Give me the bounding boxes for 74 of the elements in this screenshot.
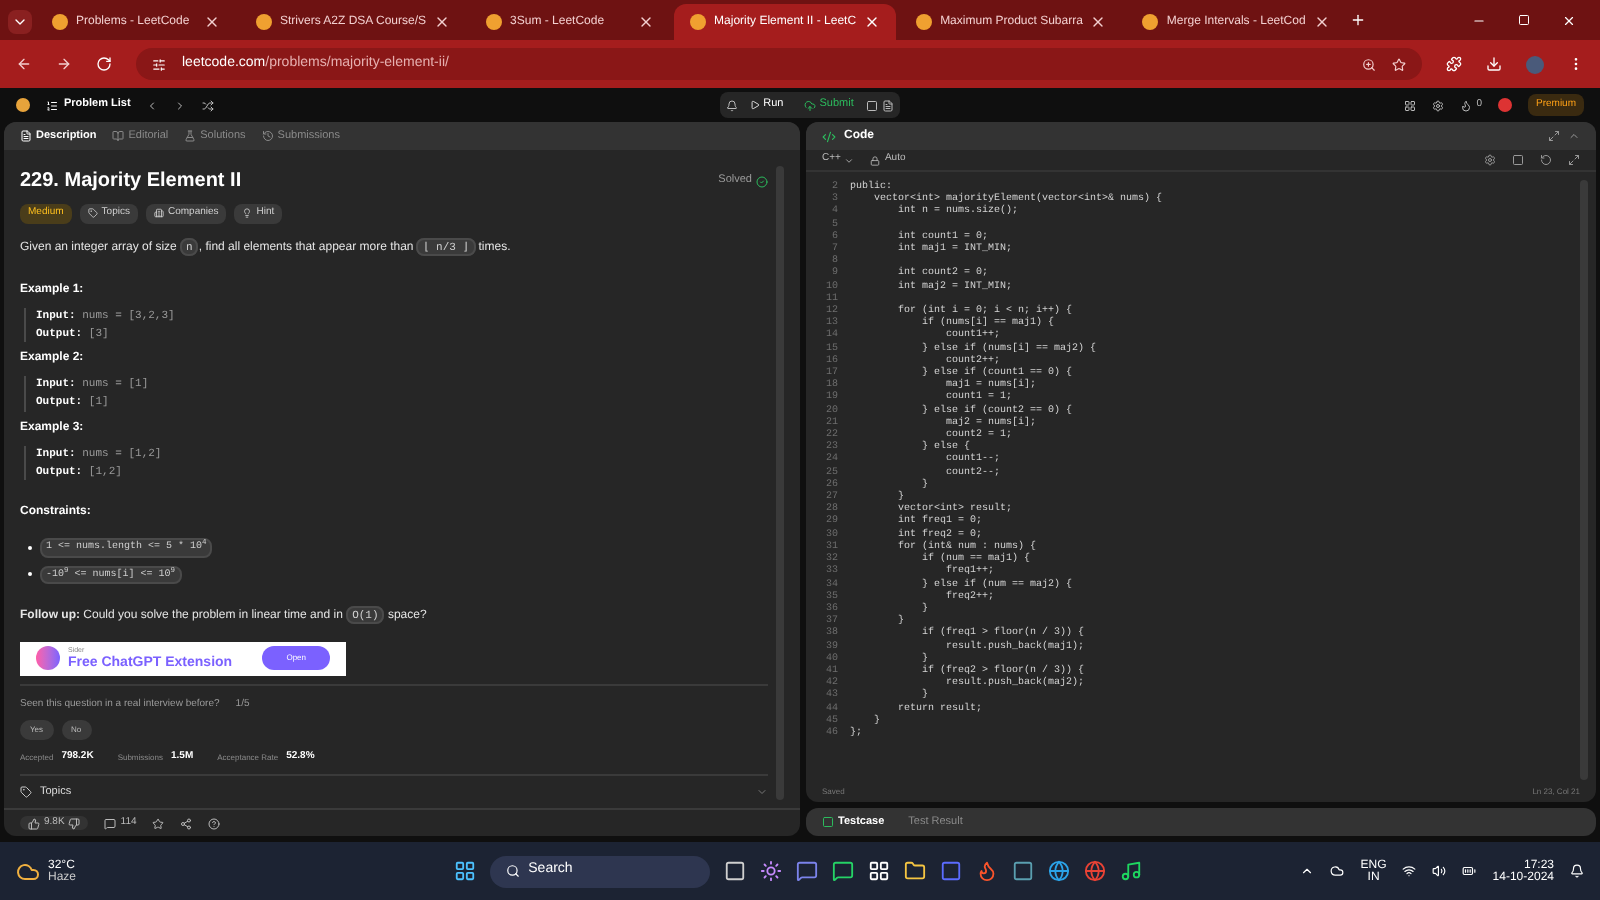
tab-search-button[interactable]: [8, 10, 32, 34]
notification-icon: [1570, 864, 1584, 878]
forward-icon: [56, 56, 72, 72]
notes-icon: [881, 99, 894, 111]
list-icon: [46, 99, 58, 111]
site-settings-icon: [152, 57, 166, 71]
tab-favicon-icon: [1142, 14, 1159, 30]
lightbulb-icon: [242, 208, 253, 219]
maximize-icon: [1518, 13, 1530, 25]
share-icon: [180, 817, 193, 829]
upload-icon: [803, 99, 816, 111]
checkbox-icon: [822, 816, 834, 828]
battery-icon: [1462, 864, 1477, 878]
tab-favicon-icon: [52, 14, 68, 30]
help-icon: [208, 817, 221, 829]
document-icon: [20, 130, 32, 142]
start-icon: [454, 860, 477, 882]
thumbs-up-icon: [28, 817, 40, 829]
next-icon: [174, 99, 187, 111]
extensions-icon: [1446, 56, 1462, 72]
comment-icon: [104, 817, 117, 829]
tab-favicon-icon: [256, 14, 272, 30]
tab-favicon-icon: [916, 14, 933, 30]
play-icon: [749, 100, 760, 110]
user-avatar[interactable]: [1498, 98, 1512, 112]
shuffle-icon: [202, 99, 215, 111]
brain-logo-icon: [36, 646, 60, 671]
problem-title: 229. Majority Element II: [20, 168, 242, 196]
logo-icon: [16, 98, 30, 112]
reload-icon: [96, 56, 112, 72]
new-tab-icon: [1349, 12, 1366, 28]
thumbs-down-icon: [68, 817, 81, 829]
settings-icon: [1432, 99, 1445, 111]
close-icon: [864, 14, 881, 30]
building-icon: [153, 208, 164, 219]
tab-favicon-icon: [486, 14, 503, 30]
close-icon: [204, 14, 220, 30]
collapse-icon: [1568, 130, 1580, 142]
app-icon[interactable]: [940, 860, 963, 882]
chevron-down-icon: [756, 785, 768, 798]
chevron-down-icon: [12, 14, 28, 30]
history-icon: [261, 130, 274, 142]
flame-icon: [1460, 99, 1473, 111]
close-icon: [1313, 14, 1330, 30]
folder-icon[interactable]: [904, 860, 927, 882]
settings-icon: [1484, 154, 1496, 166]
previous-icon: [146, 99, 159, 111]
weather-icon: [16, 859, 40, 883]
search-icon: [506, 864, 521, 878]
tag-icon: [20, 785, 32, 798]
download-icon: [1486, 56, 1502, 72]
star-icon: [152, 817, 165, 829]
chevron-up-icon: [1300, 864, 1315, 878]
code-icon: [822, 129, 836, 143]
flask-icon: [184, 130, 197, 142]
reset-icon: [1540, 154, 1552, 166]
wifi-icon: [1402, 864, 1417, 878]
app-icon[interactable]: [1012, 860, 1035, 882]
bookmark-star-icon: [1392, 57, 1406, 71]
close-icon: [1562, 13, 1576, 27]
close-icon: [434, 14, 451, 30]
chevron-down-icon: [844, 155, 855, 165]
zoom-icon: [1362, 57, 1376, 71]
close-icon: [638, 14, 655, 30]
volume-icon: [1432, 864, 1447, 878]
tag-icon: [87, 208, 98, 219]
layout-icon: [1404, 99, 1417, 111]
close-icon: [1090, 14, 1107, 30]
chat-icon[interactable]: [796, 860, 819, 882]
back-icon: [16, 56, 32, 72]
book-icon: [112, 130, 125, 142]
tab-favicon-icon: [690, 14, 707, 30]
check-icon: [756, 175, 768, 187]
lock-icon: [870, 155, 881, 165]
